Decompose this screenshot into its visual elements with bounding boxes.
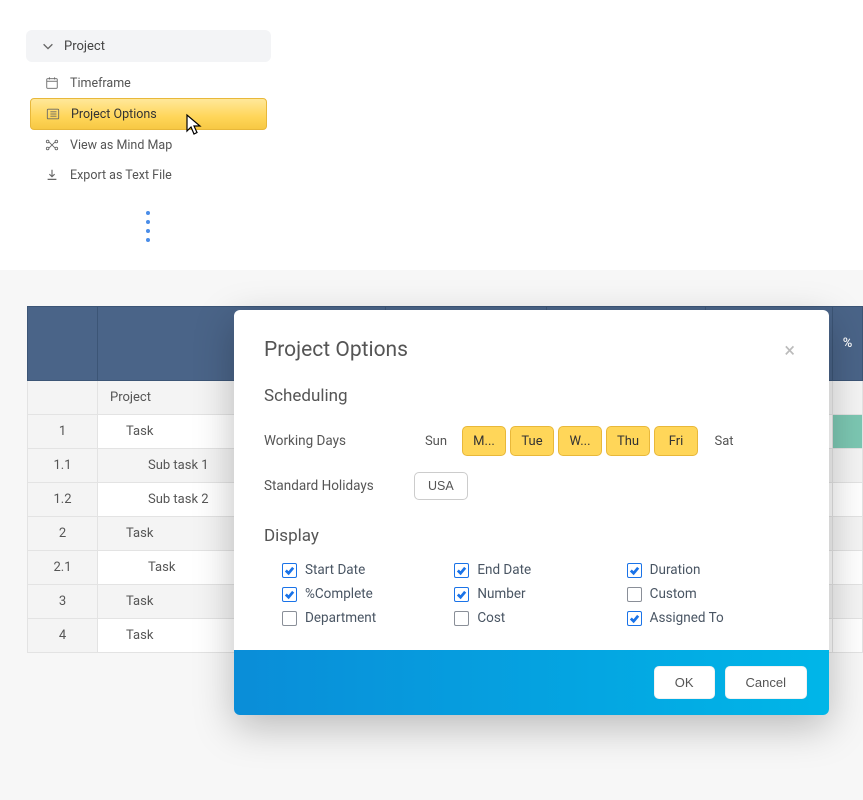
project-options-dialog: Project Options × Scheduling Working Day… bbox=[234, 310, 829, 715]
col-header-percent[interactable]: % bbox=[833, 307, 863, 381]
working-days-label: Working Days bbox=[264, 433, 394, 449]
checkbox-label: Start Date bbox=[305, 562, 365, 578]
display-options: Start Date End Date Duration %Complete N… bbox=[234, 558, 829, 650]
checkbox-start-date[interactable]: Start Date bbox=[282, 562, 454, 578]
checkbox-number[interactable]: Number bbox=[454, 586, 626, 602]
mindmap-icon bbox=[44, 137, 60, 153]
day-wed[interactable]: W... bbox=[558, 426, 602, 456]
standard-holidays-label: Standard Holidays bbox=[264, 478, 394, 494]
calendar-icon bbox=[44, 75, 60, 91]
cancel-button[interactable]: Cancel bbox=[725, 666, 807, 699]
menu-item-label: View as Mind Map bbox=[70, 138, 172, 153]
row-number bbox=[28, 381, 98, 415]
row-number: 1 bbox=[28, 415, 98, 449]
checkbox-label: Department bbox=[305, 610, 376, 626]
working-days-pills: Sun M... Tue W... Thu Fri Sat bbox=[414, 426, 746, 456]
checkbox-label: Custom bbox=[650, 586, 697, 602]
menu-item-label: Timeframe bbox=[70, 76, 131, 91]
day-tue[interactable]: Tue bbox=[510, 426, 554, 456]
row-number: 1.2 bbox=[28, 483, 98, 517]
menu-item-label: Export as Text File bbox=[70, 168, 172, 183]
checkbox-cost[interactable]: Cost bbox=[454, 610, 626, 626]
menu-header-label: Project bbox=[64, 39, 105, 54]
day-sat[interactable]: Sat bbox=[702, 426, 746, 456]
menu-header[interactable]: Project bbox=[26, 30, 271, 62]
menu-item-label: Project Options bbox=[71, 107, 157, 122]
checkbox-duration[interactable]: Duration bbox=[627, 562, 799, 578]
checkbox-label: Assigned To bbox=[650, 610, 724, 626]
more-dots-icon bbox=[146, 211, 150, 242]
dialog-title: Project Options bbox=[264, 338, 408, 362]
project-menu: Project Timeframe Project Options View a… bbox=[26, 30, 271, 196]
checkbox-label: Number bbox=[477, 586, 525, 602]
download-icon bbox=[44, 167, 60, 183]
row-number: 2 bbox=[28, 517, 98, 551]
checkbox-end-date[interactable]: End Date bbox=[454, 562, 626, 578]
menu-item-timeframe[interactable]: Timeframe bbox=[30, 68, 267, 98]
row-number: 4 bbox=[28, 619, 98, 653]
checkbox-label: Cost bbox=[477, 610, 505, 626]
section-display: Display bbox=[234, 508, 829, 558]
checkbox-department[interactable]: Department bbox=[282, 610, 454, 626]
checkbox-assigned-to[interactable]: Assigned To bbox=[627, 610, 799, 626]
checkbox-percent-complete[interactable]: %Complete bbox=[282, 586, 454, 602]
day-sun[interactable]: Sun bbox=[414, 426, 458, 456]
working-days-row: Working Days Sun M... Tue W... Thu Fri S… bbox=[234, 418, 829, 464]
holidays-select[interactable]: USA bbox=[414, 472, 468, 500]
menu-items: Timeframe Project Options View as Mind M… bbox=[26, 62, 271, 196]
menu-item-export[interactable]: Export as Text File bbox=[30, 160, 267, 190]
day-fri[interactable]: Fri bbox=[654, 426, 698, 456]
close-icon[interactable]: × bbox=[780, 334, 799, 366]
menu-item-project-options[interactable]: Project Options bbox=[30, 98, 267, 130]
row-number: 2.1 bbox=[28, 551, 98, 585]
checkbox-label: End Date bbox=[477, 562, 531, 578]
options-icon bbox=[45, 106, 61, 122]
holidays-row: Standard Holidays USA bbox=[234, 464, 829, 508]
ok-button[interactable]: OK bbox=[654, 666, 715, 699]
section-scheduling: Scheduling bbox=[234, 376, 829, 418]
checkbox-custom[interactable]: Custom bbox=[627, 586, 799, 602]
chevron-down-icon bbox=[40, 38, 56, 54]
checkbox-label: %Complete bbox=[305, 586, 373, 602]
menu-item-mindmap[interactable]: View as Mind Map bbox=[30, 130, 267, 160]
checkbox-label: Duration bbox=[650, 562, 701, 578]
dialog-footer: OK Cancel bbox=[234, 650, 829, 715]
row-number: 3 bbox=[28, 585, 98, 619]
day-thu[interactable]: Thu bbox=[606, 426, 650, 456]
col-header-number[interactable] bbox=[28, 307, 98, 381]
day-mon[interactable]: M... bbox=[462, 426, 506, 456]
row-number: 1.1 bbox=[28, 449, 98, 483]
